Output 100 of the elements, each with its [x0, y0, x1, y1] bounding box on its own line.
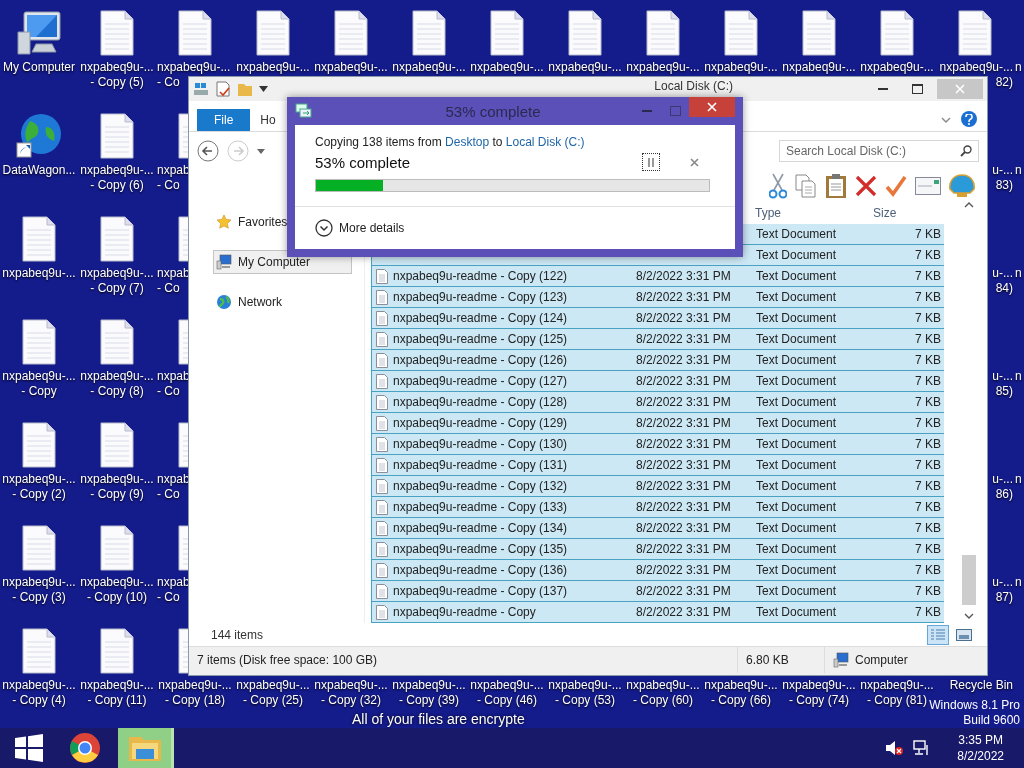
date-cell-text: 8/2/2022 3:31 PM	[635, 605, 732, 619]
file-row[interactable]: nxpabeq9u-readme - Copy (123) 8/2/2022 3:31 PM Text Document 7 KB	[371, 287, 944, 308]
file-row[interactable]: nxpabeq9u-readme - Copy (135) 8/2/2022 3:31 PM Text Document 7 KB	[371, 539, 944, 560]
nav-item[interactable]: Network	[213, 290, 352, 314]
file-row[interactable]: nxpabeq9u-readme - Copy (122) 8/2/2022 3:31 PM Text Document 7 KB	[371, 266, 944, 287]
icon-label[interactable]: nxpabeq9u-... - Copy	[2, 369, 76, 399]
icon-label[interactable]: nxpabeq9u-... - Copy (6)	[80, 163, 154, 193]
file-row[interactable]: nxpabeq9u-readme - Copy 8/2/2022 3:31 PM Text Document 7 KB	[371, 602, 944, 623]
icon-label[interactable]: nxpabeq9u-...	[314, 60, 388, 75]
icon-label[interactable]: u-... 86)	[992, 472, 1013, 502]
size-cell-text: 7 KB	[914, 605, 942, 619]
progress-text: 53% complete	[315, 153, 412, 171]
icon-label[interactable]: nxpabeq9u-... - Copy (53)	[548, 678, 622, 708]
file-row[interactable]: nxpabeq9u-readme - Copy (134) 8/2/2022 3:31 PM Text Document 7 KB	[371, 518, 944, 539]
icon-label[interactable]: n	[1015, 60, 1022, 75]
os-version-text: Windows 8.1 Pro	[929, 698, 1020, 712]
icon-label[interactable]: nxpabeq9u-... - Co	[157, 60, 231, 90]
size-cell-text: 7 KB	[914, 500, 942, 514]
size-cell-text: 7 KB	[914, 290, 942, 304]
icon-label[interactable]: nxpabeq9u-... 82)	[939, 60, 1013, 90]
file-row[interactable]: nxpabeq9u-readme - Copy (124) 8/2/2022 3:31 PM Text Document 7 KB	[371, 308, 944, 329]
dialog-title: 53% complete	[444, 102, 542, 120]
file-row[interactable]: nxpabeq9u-readme - Copy (127) 8/2/2022 3:31 PM Text Document 7 KB	[371, 371, 944, 392]
source-link[interactable]: Desktop	[445, 135, 490, 149]
icon-label[interactable]: nxpabeq9u-... - Copy (74)	[782, 678, 856, 708]
clock[interactable]: 3:35 PM 8/2/2022	[957, 732, 1004, 764]
icon-label[interactable]: n	[1015, 163, 1022, 178]
icon-label[interactable]: nxpabeq9u-... - Copy (10)	[80, 575, 154, 605]
file-name: nxpabeq9u-readme - Copy (123)	[393, 290, 568, 304]
size-cell-text: 7 KB	[914, 542, 942, 556]
file-name: nxpabeq9u-readme - Copy (122)	[393, 269, 568, 283]
icon-label[interactable]: nxpabeq9u-... - Copy (8)	[80, 369, 154, 399]
search-field[interactable]: Search Local Disk (C:)	[779, 140, 979, 162]
ribbon-tab[interactable]: Ho	[254, 109, 282, 131]
icon-label[interactable]: nxpabeq9u-... - Copy (66)	[704, 678, 778, 708]
file-row[interactable]: nxpabeq9u-readme - Copy (126) 8/2/2022 3:31 PM Text Document 7 KB	[371, 350, 944, 371]
icon-label[interactable]: DataWagon...	[2, 163, 76, 178]
file-row[interactable]: nxpabeq9u-readme - Copy (137) 8/2/2022 3:31 PM Text Document 7 KB	[371, 581, 944, 602]
icon-label[interactable]: nxpabeq9u-... - Copy (32)	[314, 678, 388, 708]
icon-label[interactable]: nxpabeq9u-...	[392, 60, 466, 75]
size-cell-text: 7 KB	[914, 332, 942, 346]
icon-label[interactable]: nxpabeq9u-...	[236, 60, 310, 75]
icon-label[interactable]: nxpabeq9u-...	[860, 60, 934, 75]
os-version-text: Build 9600	[963, 713, 1020, 727]
icon-label[interactable]: nxpabeq9u-...	[548, 60, 622, 75]
date-cell-text: 8/2/2022 3:31 PM	[635, 269, 732, 283]
icon-label[interactable]: nxpabeq9u-... - Copy (3)	[2, 575, 76, 605]
column-header[interactable]: Type	[751, 206, 869, 220]
file-name: nxpabeq9u-readme - Copy (134)	[393, 521, 568, 535]
more-details-button[interactable]: More details	[315, 219, 405, 237]
window-title: Local Disk (C:)	[654, 79, 733, 93]
icon-label[interactable]: nxpabeq9u-...	[782, 60, 856, 75]
date-cell-text: 8/2/2022 3:31 PM	[635, 437, 732, 451]
date-cell-text: 8/2/2022 3:31 PM	[635, 500, 732, 514]
icon-label[interactable]: nxpabeq9u-... - Copy (11)	[80, 678, 154, 708]
type-cell-text: Text Document	[755, 458, 838, 472]
icon-label[interactable]: nxpabeq9u-...	[704, 60, 778, 75]
type-cell-text: Text Document	[755, 269, 838, 283]
file-row[interactable]: nxpabeq9u-readme - Copy (131) 8/2/2022 3:31 PM Text Document 7 KB	[371, 455, 944, 476]
icon-label[interactable]: nxpabeq9u-...	[470, 60, 544, 75]
icon-label[interactable]: nxpabeq9u-... - Copy (18)	[158, 678, 232, 708]
icon-label[interactable]: n	[1015, 266, 1022, 281]
icon-label[interactable]: nxpabeq9u-... - Copy (9)	[80, 472, 154, 502]
icon-label[interactable]: n	[1015, 472, 1022, 487]
icon-label[interactable]: nxpabeq9u-... - Copy (60)	[626, 678, 700, 708]
file-row[interactable]: nxpabeq9u-readme - Copy (130) 8/2/2022 3:31 PM Text Document 7 KB	[371, 434, 944, 455]
icon-label[interactable]: n	[1015, 575, 1022, 590]
copy-status-text: Copying 138 items from Desktop to Local Disk (C:)	[315, 135, 586, 149]
type-cell-text: Text Document	[755, 332, 838, 346]
icon-label[interactable]: nxpabeq9u-... - Copy (25)	[236, 678, 310, 708]
file-row[interactable]: nxpabeq9u-readme - Copy (132) 8/2/2022 3:31 PM Text Document 7 KB	[371, 476, 944, 497]
icon-label[interactable]: nxpabeq9u-... - Copy (2)	[2, 472, 76, 502]
destination-link[interactable]: Local Disk (C:)	[505, 135, 585, 149]
column-header[interactable]: Size	[869, 206, 944, 220]
icon-label[interactable]: u-... 84)	[992, 266, 1013, 296]
icon-label[interactable]: nxpabeq9u-... - Copy (7)	[80, 266, 154, 296]
icon-label[interactable]: u-... 83)	[992, 163, 1013, 193]
file-row[interactable]: nxpabeq9u-readme - Copy (128) 8/2/2022 3:31 PM Text Document 7 KB	[371, 392, 944, 413]
icon-label[interactable]: nxpabeq9u-...	[2, 266, 76, 281]
file-row[interactable]: nxpabeq9u-readme - Copy (136) 8/2/2022 3:31 PM Text Document 7 KB	[371, 560, 944, 581]
file-row[interactable]: nxpabeq9u-readme - Copy (125) 8/2/2022 3:31 PM Text Document 7 KB	[371, 329, 944, 350]
icon-label[interactable]: n	[1015, 369, 1022, 384]
size-cell-text: 7 KB	[914, 311, 942, 325]
icon-label[interactable]: My Computer	[3, 60, 75, 75]
icon-label[interactable]: nxpabeq9u-... - Copy (46)	[470, 678, 544, 708]
icon-label[interactable]: u-... 87)	[992, 575, 1013, 605]
file-menu-tab[interactable]: File	[197, 109, 251, 131]
icon-label[interactable]: nxpabeq9u-... - Copy (5)	[80, 60, 154, 90]
icon-label[interactable]: nxpabeq9u-... - Copy (39)	[392, 678, 466, 708]
size-cell-text: 7 KB	[914, 437, 942, 451]
file-row[interactable]: nxpabeq9u-readme - Copy (133) 8/2/2022 3:31 PM Text Document 7 KB	[371, 497, 944, 518]
icon-label[interactable]: nxpabeq9u-... - Copy (4)	[2, 678, 76, 708]
icon-label[interactable]: u-... 85)	[992, 369, 1013, 399]
icon-label[interactable]: Recycle Bin	[949, 678, 1013, 693]
type-cell-text: Text Document	[755, 353, 838, 367]
icon-label[interactable]: nxpabeq9u-...	[626, 60, 700, 75]
file-row[interactable]: nxpabeq9u-readme - Copy (129) 8/2/2022 3:31 PM Text Document 7 KB	[371, 413, 944, 434]
date-cell-text: 8/2/2022 3:31 PM	[635, 416, 732, 430]
size-cell-text: 7 KB	[914, 374, 942, 388]
date-cell-text: 8/2/2022 3:31 PM	[635, 563, 732, 577]
